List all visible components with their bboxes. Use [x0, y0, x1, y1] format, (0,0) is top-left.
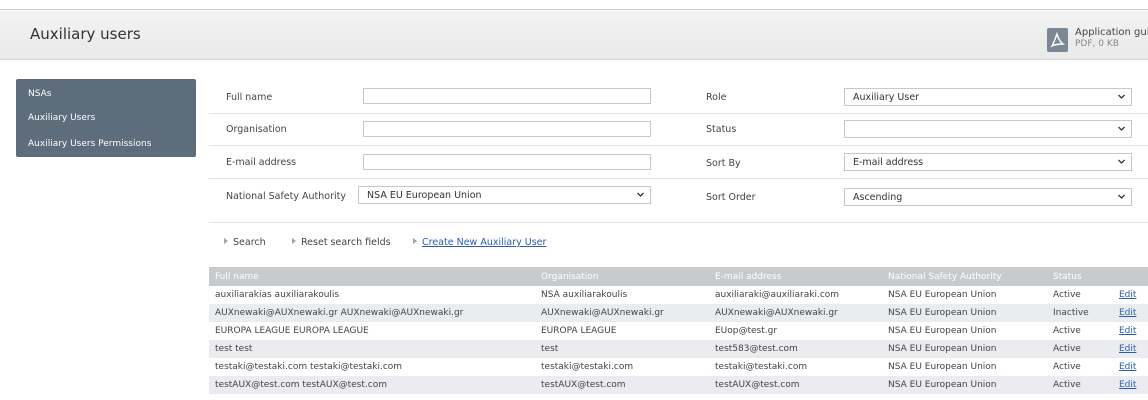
search-action[interactable]: Search	[224, 237, 266, 248]
top-border	[0, 0, 1148, 10]
cell-nsa: NSA EU European Union	[888, 290, 997, 300]
edit-link[interactable]: Edit	[1119, 362, 1136, 372]
nsa-select[interactable]: NSA EU European Union	[358, 186, 651, 204]
page-title: Auxiliary users	[30, 25, 141, 43]
cell-email: EUop@test.gr	[715, 326, 778, 336]
nsa-select-value: NSA EU European Union	[367, 190, 482, 201]
cell-nsa: NSA EU European Union	[888, 344, 997, 354]
column-header-status[interactable]: Status	[1053, 272, 1082, 282]
chevron-down-icon	[637, 192, 644, 197]
edit-link[interactable]: Edit	[1119, 344, 1136, 354]
table-row: AUXnewaki@AUXnewaki.gr AUXnewaki@AUXnewa…	[209, 304, 1148, 322]
column-header-full-name[interactable]: Full name	[215, 272, 259, 282]
chevron-down-icon	[1118, 126, 1125, 131]
sort-by-select[interactable]: E-mail address	[844, 153, 1132, 171]
sort-by-label: Sort By	[706, 158, 741, 169]
role-select-value: Auxiliary User	[853, 92, 920, 103]
sort-order-select[interactable]: Ascending	[844, 188, 1132, 206]
cell-status: Active	[1053, 362, 1081, 372]
guide-file-meta: PDF, 0 KB	[1075, 39, 1119, 49]
cell-organisation: NSA auxiliarakoulis	[541, 290, 628, 300]
search-link[interactable]: Search	[233, 237, 266, 248]
cell-organisation: AUXnewaki@AUXnewaki.gr	[541, 308, 664, 318]
divider	[209, 178, 1148, 179]
page-header: Auxiliary users Application guide PDF, 0…	[0, 11, 1148, 60]
cell-full-name: testAUX@test.com testAUX@test.com	[215, 380, 387, 390]
column-header-email[interactable]: E-mail address	[715, 272, 781, 282]
cell-email: testaki@testaki.com	[715, 362, 808, 372]
reset-action[interactable]: Reset search fields	[292, 237, 391, 248]
cell-full-name: test test	[215, 344, 253, 354]
cell-nsa: NSA EU European Union	[888, 326, 997, 336]
cell-full-name: testaki@testaki.com testaki@testaki.com	[215, 362, 403, 372]
nsa-label: National Safety Authority	[226, 191, 346, 202]
role-label: Role	[706, 92, 727, 103]
organisation-input[interactable]	[363, 121, 651, 137]
status-select[interactable]	[844, 120, 1132, 138]
cell-full-name: EUROPA LEAGUE EUROPA LEAGUE	[215, 326, 369, 336]
email-label: E-mail address	[226, 157, 297, 168]
full-name-input[interactable]	[363, 88, 651, 104]
table-row: test test test test583@test.com NSA EU E…	[209, 340, 1148, 358]
create-action[interactable]: Create New Auxiliary User	[413, 237, 546, 248]
sort-by-select-value: E-mail address	[853, 157, 924, 168]
divider	[209, 222, 1148, 223]
cell-organisation: EUROPA LEAGUE	[541, 326, 617, 336]
cell-organisation: test	[541, 344, 559, 354]
column-header-organisation[interactable]: Organisation	[541, 272, 599, 282]
column-header-nsa[interactable]: National Safety Authority	[888, 272, 1002, 282]
email-input[interactable]	[363, 154, 651, 170]
sidebar-item-nsas[interactable]: NSAs	[28, 89, 51, 99]
full-name-label: Full name	[226, 92, 273, 103]
edit-link[interactable]: Edit	[1119, 290, 1136, 300]
chevron-down-icon	[1118, 159, 1125, 164]
cell-email: test583@test.com	[715, 344, 798, 354]
cell-status: Active	[1053, 344, 1081, 354]
table-row: testAUX@test.com testAUX@test.com testAU…	[209, 376, 1148, 394]
arrow-right-icon	[292, 238, 296, 244]
table-row: auxiliarakias auxiliarakoulis NSA auxili…	[209, 286, 1148, 304]
chevron-down-icon	[1118, 194, 1125, 199]
table-row: EUROPA LEAGUE EUROPA LEAGUE EUROPA LEAGU…	[209, 322, 1148, 340]
sidebar-item-auxiliary-users[interactable]: Auxiliary Users	[28, 113, 95, 123]
cell-email: auxiliaraki@auxiliaraki.com	[715, 290, 840, 300]
sidebar-item-auxiliary-users-permissions[interactable]: Auxiliary Users Permissions	[28, 139, 151, 149]
cell-status: Active	[1053, 380, 1081, 390]
pdf-icon	[1047, 28, 1068, 52]
arrow-right-icon	[413, 238, 417, 244]
cell-organisation: testaki@testaki.com	[541, 362, 634, 372]
cell-email: testAUX@test.com	[715, 380, 800, 390]
edit-link[interactable]: Edit	[1119, 380, 1136, 390]
table-header: Full name Organisation E-mail address Na…	[209, 267, 1148, 286]
table-row: testaki@testaki.com testaki@testaki.com …	[209, 358, 1148, 376]
cell-full-name: AUXnewaki@AUXnewaki.gr AUXnewaki@AUXnewa…	[215, 308, 464, 318]
sort-order-select-value: Ascending	[853, 192, 903, 203]
cell-status: Active	[1053, 290, 1081, 300]
guide-title[interactable]: Application guide	[1075, 27, 1148, 38]
create-auxiliary-user-link[interactable]: Create New Auxiliary User	[422, 237, 546, 248]
chevron-down-icon	[1118, 94, 1125, 99]
arrow-right-icon	[224, 238, 228, 244]
cell-status: Active	[1053, 326, 1081, 336]
sort-order-label: Sort Order	[706, 192, 756, 203]
divider	[209, 113, 1148, 114]
application-guide-link[interactable]: Application guide PDF, 0 KB	[1047, 27, 1148, 53]
cell-nsa: NSA EU European Union	[888, 380, 997, 390]
cell-status: Inactive	[1053, 308, 1089, 318]
status-label: Status	[706, 124, 737, 135]
cell-email: AUXnewaki@AUXnewaki.gr	[715, 308, 838, 318]
role-select[interactable]: Auxiliary User	[844, 88, 1132, 106]
reset-search-link[interactable]: Reset search fields	[301, 237, 391, 248]
divider	[209, 145, 1148, 146]
edit-link[interactable]: Edit	[1119, 326, 1136, 336]
cell-full-name: auxiliarakias auxiliarakoulis	[215, 290, 340, 300]
sidebar: NSAs Auxiliary Users Auxiliary Users Per…	[16, 79, 196, 157]
cell-nsa: NSA EU European Union	[888, 362, 997, 372]
cell-organisation: testAUX@test.com	[541, 380, 626, 390]
organisation-label: Organisation	[226, 124, 287, 135]
cell-nsa: NSA EU European Union	[888, 308, 997, 318]
edit-link[interactable]: Edit	[1119, 308, 1136, 318]
